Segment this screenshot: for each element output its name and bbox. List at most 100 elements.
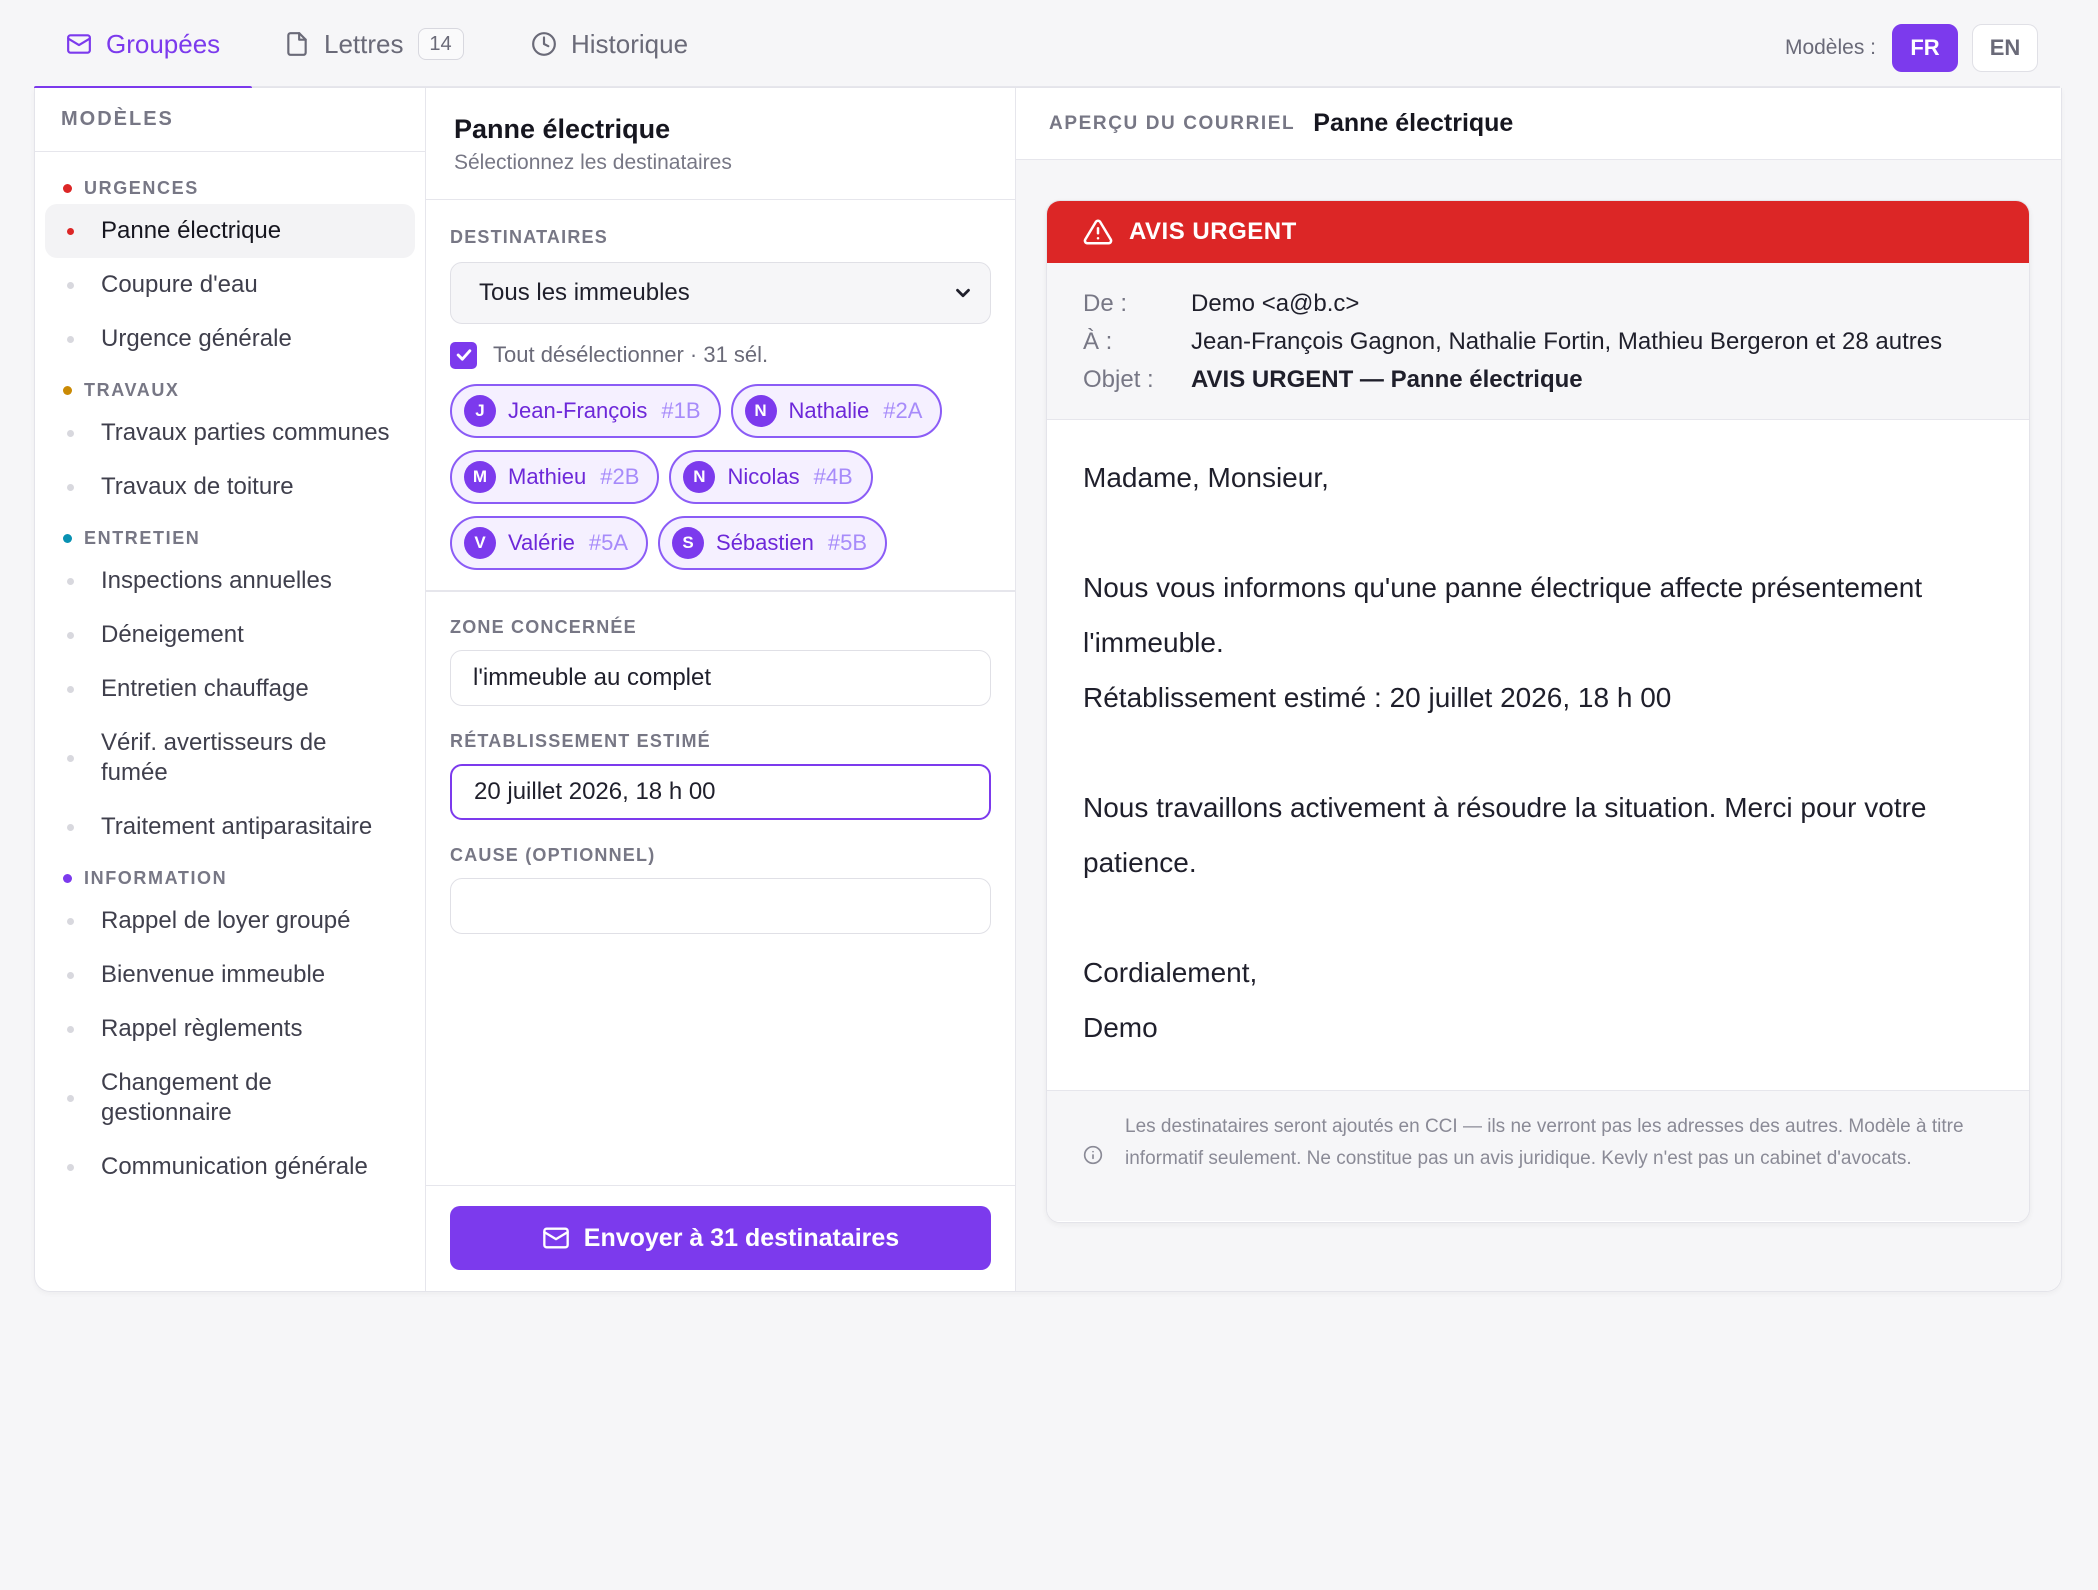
group-dot: [63, 385, 72, 395]
zone-label: ZONE CONCERNÉE: [450, 616, 637, 637]
building-select[interactable]: Tous les immeubles: [450, 262, 991, 324]
sidebar-item-rappel-reglements[interactable]: Rappel règlements: [45, 1002, 415, 1056]
sidebar-item-label: Entretien chauffage: [101, 675, 309, 702]
sidebar-item-changement-gestionnaire[interactable]: Changement de gestionnaire: [45, 1056, 415, 1140]
lang-en-button[interactable]: EN: [1972, 24, 2038, 72]
sidebar-item-communication-generale[interactable]: Communication générale: [45, 1140, 415, 1194]
meta-subject: Objet : AVIS URGENT — Panne électrique: [1083, 361, 1993, 399]
sidebar-item-label: Rappel règlements: [101, 1015, 303, 1042]
preview-title: Panne électrique: [1313, 109, 1514, 137]
recipient-chip[interactable]: N Nathalie #2A: [730, 384, 943, 438]
group-dot: [63, 873, 72, 883]
email-body: Madame, Monsieur, Nous vous informons qu…: [1047, 420, 2029, 1090]
sidebar-item-label: Vérif. avertisseurs de fumée: [101, 729, 327, 786]
tab-groupees[interactable]: Groupées: [34, 0, 252, 90]
sidebar-item-label: Inspections annuelles: [101, 567, 332, 594]
cause-label: CAUSE (OPTIONNEL): [450, 844, 656, 865]
tab-label: Lettres: [324, 28, 404, 59]
fields-section: ZONE CONCERNÉE l'immeuble au complet RÉT…: [426, 592, 1015, 934]
language-switcher: Modèles : FR EN: [1785, 24, 2038, 72]
chip-unit: #2A: [883, 398, 923, 423]
send-button[interactable]: Envoyer à 31 destinataires: [450, 1206, 991, 1270]
chip-unit: #1B: [661, 398, 701, 423]
group-entretien: ENTRETIEN Inspections annuelles Déneigem…: [35, 522, 425, 854]
info-icon: [1083, 1145, 1103, 1165]
tab-label: Historique: [571, 28, 689, 59]
signature: Demo: [1083, 1012, 1158, 1043]
sidebar-item-label: Travaux de toiture: [101, 473, 294, 500]
sidebar-item-label: Communication générale: [101, 1153, 368, 1180]
disclaimer-text: Les destinataires seront ajoutés en CCI …: [1125, 1116, 1964, 1169]
document-icon: [287, 32, 307, 56]
body-paragraph-3: Nous travaillons activement à résoudre l…: [1083, 792, 1927, 878]
sidebar-item-traitement-antiparasitaire[interactable]: Traitement antiparasitaire: [45, 800, 415, 854]
email-meta: De : Demo <a@b.c> À : Jean-François Gagnon…: [1047, 263, 2029, 420]
deselect-all-label: Tout désélectionner · 31 sél.: [493, 342, 769, 367]
body-paragraph-2: Rétablissement estimé : 20 juillet 2026,…: [1083, 682, 1672, 713]
subject-value: AVIS URGENT — Panne électrique: [1191, 366, 1583, 393]
avatar: J: [464, 395, 496, 427]
recipient-chip[interactable]: M Mathieu #2B: [450, 450, 660, 504]
sidebar-item-entretien-chauffage[interactable]: Entretien chauffage: [45, 662, 415, 716]
recipient-chip[interactable]: J Jean-François #1B: [450, 384, 721, 438]
check-icon: [456, 349, 471, 361]
sidebar-item-travaux-toiture[interactable]: Travaux de toiture: [45, 460, 415, 514]
sidebar-item-panne-electrique[interactable]: Panne électrique: [45, 204, 415, 258]
preview-header: APERÇU DU COURRIEL Panne électrique: [1016, 88, 2061, 160]
group-label: URGENCES: [35, 172, 425, 204]
cause-input[interactable]: [450, 877, 991, 934]
chip-unit: #5A: [588, 530, 629, 555]
group-label: TRAVAUX: [35, 374, 425, 406]
top-tabs: Groupées Lettres 14 Historique Modèles :…: [34, 0, 2060, 90]
lang-fr-button[interactable]: FR: [1892, 24, 1958, 72]
mail-icon: [67, 34, 91, 54]
body-paragraph-1: Nous vous informons qu'une panne électri…: [1083, 572, 1923, 658]
deselect-all-checkbox[interactable]: [450, 341, 477, 369]
chip-name: Valérie: [508, 530, 575, 555]
deselect-all-row[interactable]: Tout désélectionner · 31 sél.: [450, 338, 991, 372]
sidebar-item-rappel-loyer[interactable]: Rappel de loyer groupé: [45, 894, 415, 948]
zone-input[interactable]: l'immeuble au complet: [450, 649, 991, 706]
sidebar-item-urgence-generale[interactable]: Urgence générale: [45, 312, 415, 366]
sidebar-title: MODÈLES: [35, 88, 425, 152]
chip-unit: #2B: [600, 464, 640, 489]
mail-icon: [542, 1227, 569, 1249]
sidebar-item-label: Traitement antiparasitaire: [101, 813, 373, 840]
group-label: ENTRETIEN: [35, 522, 425, 554]
warning-icon: [1083, 219, 1113, 245]
meta-to: À : Jean-François Gagnon, Nathalie Fortin…: [1083, 323, 1993, 361]
group-information: INFORMATION Rappel de loyer groupé Bienv…: [35, 862, 425, 1194]
tab-lettres[interactable]: Lettres 14: [284, 0, 464, 88]
sidebar-item-deneigement[interactable]: Déneigement: [45, 608, 415, 662]
sidebar-item-label: Coupure d'eau: [101, 271, 258, 298]
group-dot: [63, 533, 72, 543]
sidebar-item-label: Changement de gestionnaire: [101, 1069, 272, 1126]
main-card: MODÈLES URGENCES Panne électrique Coupur…: [34, 88, 2062, 1292]
recipients-label: DESTINATAIRES: [450, 227, 608, 247]
preview-label: APERÇU DU COURRIEL: [1049, 112, 1296, 134]
avatar: S: [672, 527, 705, 559]
tab-historique[interactable]: Historique: [531, 0, 688, 88]
urgent-banner: AVIS URGENT: [1047, 201, 2029, 263]
sidebar-item-travaux-parties-communes[interactable]: Travaux parties communes: [45, 406, 415, 460]
chip-name: Jean-François: [508, 398, 648, 423]
sidebar-item-verif-avertisseurs[interactable]: Vérif. avertisseurs de fumée: [45, 716, 415, 800]
form-subtitle: Sélectionnez les destinataires: [454, 151, 732, 174]
chip-name: Sébastien: [716, 530, 814, 555]
greeting: Madame, Monsieur,: [1083, 462, 1329, 493]
restore-input[interactable]: 20 juillet 2026, 18 h 00: [450, 763, 991, 820]
chip-name: Mathieu: [508, 464, 587, 489]
restore-label: RÉTABLISSEMENT ESTIMÉ: [450, 730, 711, 751]
form-header: Panne électrique Sélectionnez les destin…: [426, 88, 1015, 200]
recipient-chip[interactable]: V Valérie #5A: [450, 516, 649, 570]
recipient-chip[interactable]: N Nicolas #4B: [669, 450, 873, 504]
sidebar-item-inspections-annuelles[interactable]: Inspections annuelles: [45, 554, 415, 608]
meta-from: De : Demo <a@b.c>: [1083, 285, 1993, 323]
sidebar-item-bienvenue-immeuble[interactable]: Bienvenue immeuble: [45, 948, 415, 1002]
form-title: Panne électrique: [454, 114, 671, 144]
recipient-chip[interactable]: S Sébastien #5B: [658, 516, 888, 570]
avatar: V: [464, 527, 496, 559]
sidebar-item-coupure-eau[interactable]: Coupure d'eau: [45, 258, 415, 312]
sidebar-item-label: Bienvenue immeuble: [101, 961, 326, 988]
letters-count-badge: 14: [417, 28, 464, 60]
